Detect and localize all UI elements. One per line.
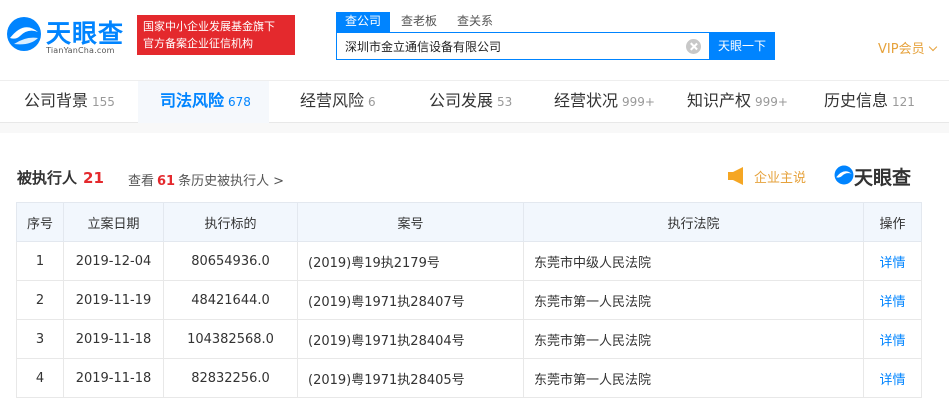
tab-search-company[interactable]: 查公司 (336, 12, 391, 32)
badge-line-2: 官方备案企业征信机构 (143, 37, 253, 50)
detail-link[interactable]: 详情 (863, 280, 922, 320)
tianyancha-logo[interactable]: 天眼查 TianYanCha.com (6, 12, 131, 58)
nav-intellectual-property[interactable]: 知识产权 999+ (687, 81, 788, 123)
section-count: 21 (83, 169, 104, 187)
cell-amount: 48421644.0 (163, 280, 298, 320)
logo-text: 天眼查 (46, 19, 125, 48)
table-row: 2 2019-11-19 48421644.0 (2019)粤1971执2840… (16, 280, 922, 320)
nav-company-development[interactable]: 公司发展 53 (429, 81, 512, 123)
chevron-right-icon: > (273, 174, 285, 189)
cell-court: 东莞市中级人民法院 (523, 241, 864, 281)
vip-menu[interactable]: VIP会员 (878, 38, 937, 57)
cell-date: 2019-11-19 (63, 280, 164, 320)
search-button[interactable]: 天眼一下 (709, 32, 775, 60)
logo-domain: TianYanCha.com (46, 46, 115, 55)
section-divider (0, 123, 949, 133)
cell-no: 3 (16, 319, 64, 359)
official-badge: 国家中小企业发展基金旗下 官方备案企业征信机构 (137, 15, 295, 55)
history-prefix: 查看 (128, 174, 155, 189)
nav-count: 999+ (755, 95, 788, 109)
history-link[interactable]: 查看 61 条历史被执行人 > (128, 170, 284, 189)
megaphone-icon (728, 167, 743, 185)
cell-court: 东莞市第一人民法院 (523, 280, 864, 320)
enterprise-say-label: 企业主说 (754, 171, 807, 186)
cell-no: 2 (16, 280, 64, 320)
table-row: 3 2019-11-18 104382568.0 (2019)粤1971执284… (16, 319, 922, 359)
tab-search-boss[interactable]: 查老板 (392, 12, 446, 32)
brand-text: 天眼查 (854, 167, 912, 189)
search-type-tabs: 查公司 查老板 查关系 (336, 12, 504, 32)
col-header-amount: 执行标的 (163, 202, 298, 242)
cell-amount: 80654936.0 (163, 241, 298, 281)
search-box (336, 32, 710, 60)
cell-amount: 82832256.0 (163, 358, 298, 398)
nav-count: 678 (228, 95, 251, 109)
cell-amount: 104382568.0 (163, 319, 298, 359)
tab-search-relation[interactable]: 查关系 (448, 12, 502, 32)
cell-no: 1 (16, 241, 64, 281)
nav-label: 公司发展 (429, 91, 494, 110)
nav-legal-risk[interactable]: 司法风险 678 (138, 81, 269, 123)
nav-count: 999+ (622, 95, 655, 109)
col-header-no: 序号 (16, 202, 64, 242)
cell-date: 2019-11-18 (63, 358, 164, 398)
nav-operating-risk[interactable]: 经营风险 6 (300, 81, 376, 123)
nav-label: 经营状况 (554, 91, 619, 110)
table-header-row: 序号 立案日期 执行标的 案号 执行法院 操作 (16, 202, 922, 242)
nav-count: 6 (368, 95, 376, 109)
cell-court: 东莞市第一人民法院 (523, 358, 864, 398)
nav-label: 历史信息 (824, 91, 889, 110)
detail-link[interactable]: 详情 (863, 319, 922, 359)
col-header-action: 操作 (863, 202, 922, 242)
cell-date: 2019-11-18 (63, 319, 164, 359)
cell-date: 2019-12-04 (63, 241, 164, 281)
nav-operating-status[interactable]: 经营状况 999+ (554, 81, 655, 123)
cell-case-no: (2019)粤1971执28407号 (297, 280, 524, 320)
eye-logo-icon (7, 17, 41, 51)
section-nav: 公司背景 155 司法风险 678 经营风险 6 公司发展 53 经营状况 999+ 知识… (0, 80, 949, 123)
detail-link[interactable]: 详情 (863, 358, 922, 398)
section-title: 被执行人 21 (17, 167, 104, 188)
table-row: 4 2019-11-18 82832256.0 (2019)粤1971执2840… (16, 358, 922, 398)
nav-history-info[interactable]: 历史信息 121 (824, 81, 915, 123)
search-input[interactable] (345, 37, 675, 55)
table-row: 1 2019-12-04 80654936.0 (2019)粤19执2179号 … (16, 241, 922, 281)
vip-label: VIP会员 (878, 42, 925, 57)
top-header: 天眼查 TianYanCha.com 国家中小企业发展基金旗下 官方备案企业征信… (0, 0, 949, 80)
cell-case-no: (2019)粤1971执28405号 (297, 358, 524, 398)
badge-line-1: 国家中小企业发展基金旗下 (143, 20, 275, 33)
col-header-court: 执行法院 (523, 202, 864, 242)
col-header-date: 立案日期 (63, 202, 164, 242)
nav-count: 53 (497, 95, 513, 109)
col-header-case-no: 案号 (297, 202, 524, 242)
history-count: 61 (157, 174, 176, 189)
chevron-down-icon (928, 42, 937, 52)
clear-icon[interactable] (686, 39, 701, 54)
nav-label: 公司背景 (24, 91, 89, 110)
history-suffix: 条历史被执行人 (178, 174, 270, 189)
cell-court: 东莞市第一人民法院 (523, 319, 864, 359)
nav-company-background[interactable]: 公司背景 155 (24, 81, 115, 123)
nav-count: 121 (892, 95, 915, 109)
detail-link[interactable]: 详情 (863, 241, 922, 281)
nav-count: 155 (92, 95, 115, 109)
cell-no: 4 (16, 358, 64, 398)
nav-label: 经营风险 (300, 91, 365, 110)
nav-label: 司法风险 (160, 91, 225, 110)
section-title-text: 被执行人 (17, 169, 78, 187)
cell-case-no: (2019)粤19执2179号 (297, 241, 524, 281)
cell-case-no: (2019)粤1971执28404号 (297, 319, 524, 359)
executed-person-table: 序号 立案日期 执行标的 案号 执行法院 操作 1 2019-12-04 806… (16, 202, 922, 398)
eye-logo-icon (834, 165, 854, 185)
nav-label: 知识产权 (687, 91, 752, 110)
